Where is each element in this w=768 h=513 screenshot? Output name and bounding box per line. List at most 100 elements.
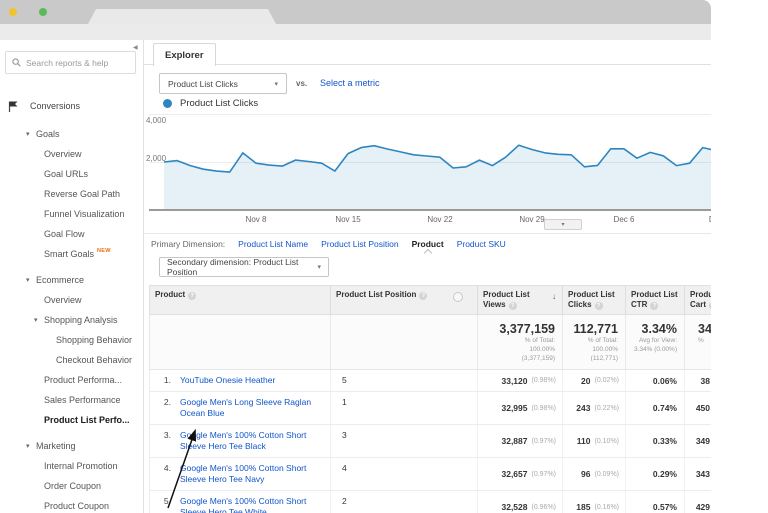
metric-value: 32,887 [501,436,528,446]
summary-note: Avg for View: [638,337,677,344]
sidebar-item-overview[interactable]: Overview [0,144,143,164]
help-icon[interactable]: ? [188,292,197,300]
metric-value: 32,995 [501,403,528,413]
summary-note: (112,771) [590,355,618,362]
x-axis-tick: Nov 22 [427,215,453,224]
sidebar-item-label: Funnel Visualization [44,209,125,219]
metric-value: 0.74% [652,403,677,413]
cart-cell: 429 [684,491,711,513]
select-a-metric-link[interactable]: Select a metric [320,78,380,88]
sidebar-item-product-performa[interactable]: Product Performa... [0,370,143,390]
sidebar-item-label: Goal URLs [44,169,89,179]
metric-value: 20 [581,375,591,386]
sidebar-nav: Conversions ▾ Goals Overview Goal URLs Revers… [0,90,143,513]
column-header-views[interactable]: Product List Views? ↓ [477,286,562,314]
chevron-down-icon: ▾ [317,264,321,271]
sidebar-item-goals[interactable]: ▾ Goals [0,124,143,144]
position-cell: 2 [330,491,477,513]
help-icon[interactable]: ? [709,302,711,310]
table-row: 1. YouTube Onesie Heather 5 33,120 (0.98%) 20… [149,370,711,392]
window-zoom-dot[interactable] [39,8,47,16]
window-minimize-dot[interactable] [9,8,17,16]
sidebar-item-product-list-perfo[interactable]: Product List Perfo... [0,410,143,430]
sidebar-item-label: Product List Perfo... [44,415,130,425]
column-title: Product [690,290,711,299]
column-title: Product List [568,290,615,299]
secondary-dimension-dropdown[interactable]: Secondary dimension: Product List Positi… [159,257,329,277]
sidebar-item-funnel-visualization[interactable]: Funnel Visualization [0,204,143,224]
position-cell: 4 [330,458,477,490]
primary-dimension-product-list-position[interactable]: Product List Position [321,239,398,249]
product-link[interactable]: Google Men's 100% Cotton Short Sleeve He… [180,496,324,513]
clicks-cell: 243 (0.22%) [562,392,625,424]
sidebar-item-ecommerce[interactable]: ▾ Ecommerce [0,270,143,290]
help-icon[interactable]: ? [650,302,659,310]
summary-note: (3,377,159) [521,355,555,362]
sidebar-item-goal-flow[interactable]: Goal Flow [0,224,143,244]
column-title: Product [155,290,186,299]
primary-dimension-product-sku[interactable]: Product SKU [457,239,506,249]
product-link[interactable]: Google Men's 100% Cotton Short Sleeve He… [180,463,324,485]
sidebar-item-marketing[interactable]: ▾ Marketing [0,436,143,456]
product-link[interactable]: Google Men's 100% Cotton Short Sleeve He… [180,430,324,452]
chart-collapse-button[interactable]: ▾ [544,219,582,230]
sidebar-item-product-coupon[interactable]: Product Coupon [0,496,143,513]
sidebar-item-internal-promotion[interactable]: Internal Promotion [0,456,143,476]
sidebar-item-sales-performance[interactable]: Sales Performance [0,390,143,410]
sidebar-item-shopping-behavior[interactable]: Shopping Behavior [0,330,143,350]
table-row: 5. Google Men's 100% Cotton Short Sleeve … [149,491,711,513]
chevron-down-icon: ▾ [274,80,278,88]
metric-dropdown-label: Product List Clicks [168,78,238,89]
metric-percent: (0.10%) [594,437,619,445]
ctr-cell: 0.33% [625,425,684,457]
metric-percent: (0.02%) [594,377,619,384]
help-icon[interactable]: ? [419,292,428,300]
browser-tab[interactable] [88,9,276,24]
primary-dimension-product-list-name[interactable]: Product List Name [238,239,308,249]
help-icon[interactable]: ? [594,302,603,310]
search-input[interactable] [24,56,135,69]
caret-down-icon: ▾ [26,277,30,284]
sidebar-item-conversions[interactable]: Conversions [0,96,143,116]
clicks-cell: 20 (0.02%) [562,370,625,391]
sidebar-item-label: Conversions [30,101,81,111]
sort-desc-icon[interactable]: ↓ [552,292,556,302]
collapse-sidebar-icon[interactable]: ◀ [133,44,138,51]
sidebar-item-label: Product Coupon [44,501,110,511]
metric-percent: (0.22%) [594,404,619,412]
summary-note: % of Total: [587,337,618,344]
column-header-ctr[interactable]: Product List CTR? [625,286,684,314]
metric-dropdown[interactable]: Product List Clicks ▾ [159,73,287,94]
sidebar-item-order-coupon[interactable]: Order Coupon [0,476,143,496]
sidebar-item-reverse-goal-path[interactable]: Reverse Goal Path [0,184,143,204]
ctr-cell: 0.74% [625,392,684,424]
views-cell: 32,887 (0.97%) [477,425,562,457]
sidebar-item-overview[interactable]: Overview [0,290,143,310]
metric-value: 96 [581,469,591,479]
x-axis-tick: Dec 6 [613,215,635,224]
summary-value: 34 [698,322,711,336]
sidebar-item-label: Overview [44,295,82,305]
metric-value: 343 [695,469,710,479]
row-rank: 3. [163,430,171,440]
tab-explorer[interactable]: Explorer [153,43,216,66]
remove-secondary-dimension-icon[interactable] [453,292,463,302]
line-chart[interactable] [149,114,711,212]
product-link[interactable]: YouTube Onesie Heather [180,375,275,386]
table-row: 2. Google Men's Long Sleeve Raglan Ocean … [149,392,711,425]
column-header-position[interactable]: Product List Position? [330,286,477,314]
column-header-clicks[interactable]: Product List Clicks? [562,286,625,314]
search-box[interactable] [5,51,136,74]
sidebar-item-smart-goals[interactable]: Smart Goals NEW [0,244,143,264]
metric-percent: (0.97%) [531,470,556,478]
sidebar-item-shopping-analysis[interactable]: ▾ Shopping Analysis [0,310,143,330]
primary-dimension-product[interactable]: Product [412,239,444,258]
product-link[interactable]: Google Men's Long Sleeve Raglan Ocean Bl… [180,397,324,419]
column-header-product[interactable]: Product? [150,286,330,314]
sidebar-item-checkout-behavior[interactable]: Checkout Behavior [0,350,143,370]
help-icon[interactable]: ? [508,302,517,310]
table-row: 4. Google Men's 100% Cotton Short Sleeve … [149,458,711,491]
sidebar-item-goal-urls[interactable]: Goal URLs [0,164,143,184]
column-header-cart[interactable]: ProductCart? [684,286,711,314]
position-cell: 5 [330,370,477,391]
